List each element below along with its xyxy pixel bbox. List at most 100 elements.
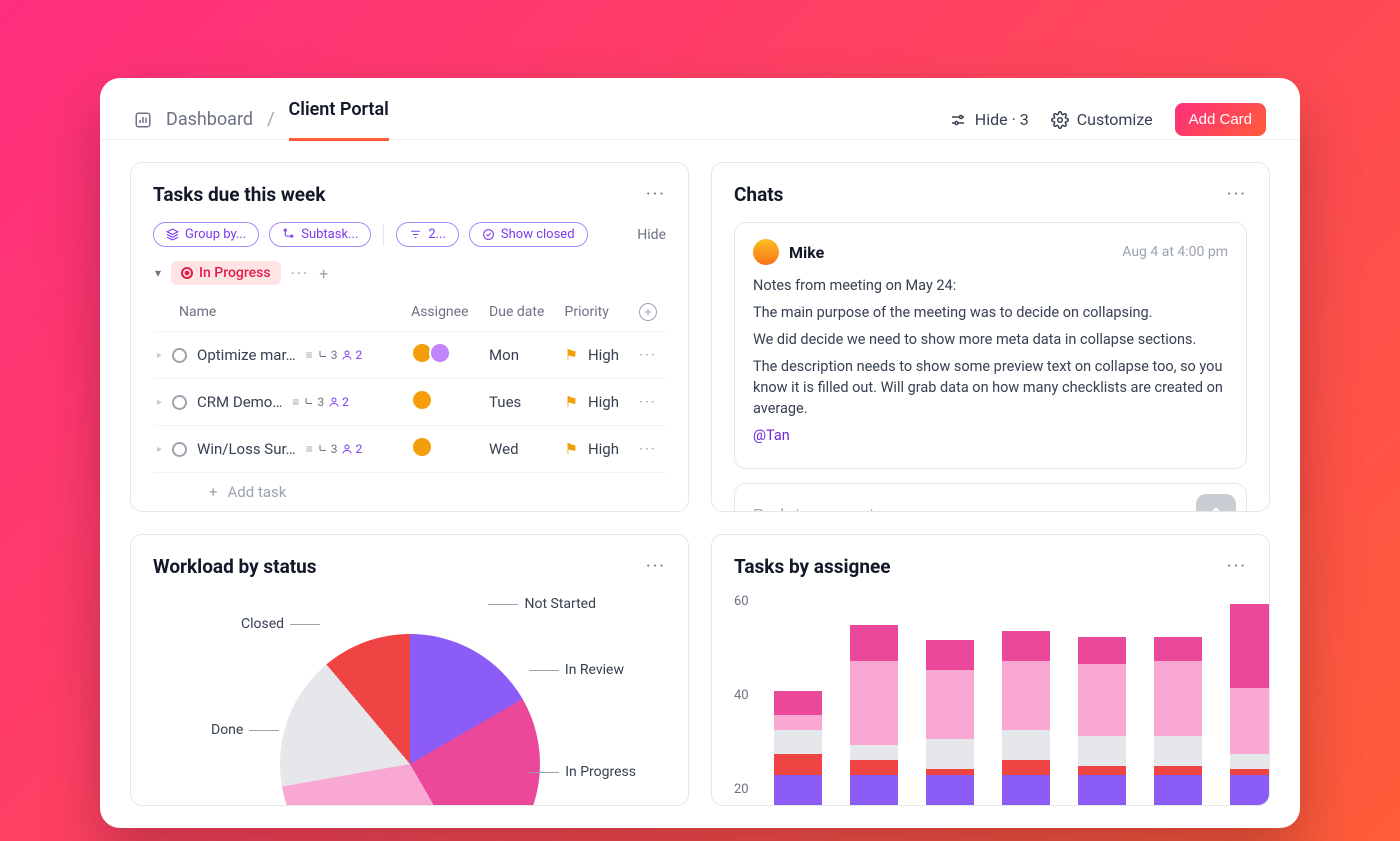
- tasks-hide-link[interactable]: Hide: [637, 227, 666, 243]
- hide-columns-label: Hide · 3: [975, 110, 1029, 129]
- add-card-button[interactable]: Add Card: [1175, 103, 1266, 136]
- bar-segment: [1230, 688, 1270, 754]
- chevron-down-icon: ▾: [155, 266, 161, 280]
- table-row[interactable]: ▸ Optimize mar… ≡ 3 2 Mon ⚑High ···: [153, 332, 666, 379]
- target-icon: [181, 267, 193, 279]
- priority-cell[interactable]: ⚑High: [565, 346, 631, 364]
- col-assignee[interactable]: Assignee: [407, 297, 485, 332]
- row-more-icon[interactable]: ···: [639, 346, 657, 364]
- assignee-card-more-icon[interactable]: ···: [1227, 556, 1247, 577]
- bar-segment: [1230, 604, 1270, 688]
- avatar: [753, 239, 779, 265]
- status-more-icon[interactable]: ···: [291, 264, 310, 283]
- breadcrumb-active[interactable]: Client Portal: [289, 99, 389, 140]
- app-window: Dashboard / Client Portal Hide · 3 Custo…: [100, 78, 1300, 828]
- col-due[interactable]: Due date: [485, 297, 560, 332]
- status-add-icon[interactable]: +: [319, 264, 328, 283]
- bar-segment: [1078, 664, 1126, 736]
- pie-label-not-started: Not Started: [482, 596, 596, 612]
- bar: [1078, 637, 1126, 805]
- reply-box[interactable]: [734, 483, 1247, 512]
- priority-cell[interactable]: ⚑High: [565, 440, 631, 458]
- bar-segment: [1230, 754, 1270, 769]
- assignee-cell[interactable]: [407, 332, 485, 379]
- subtasks-pill[interactable]: Subtask...: [269, 222, 371, 247]
- row-more-icon[interactable]: ···: [639, 440, 657, 458]
- flag-icon: ⚑: [565, 346, 578, 364]
- chat-timestamp: Aug 4 at 4:00 pm: [1122, 244, 1228, 260]
- reply-input[interactable]: [753, 506, 1196, 512]
- group-by-pill[interactable]: Group by...: [153, 222, 259, 247]
- add-task-row[interactable]: +Add task: [153, 473, 666, 512]
- chat-line: The main purpose of the meeting was to d…: [753, 302, 1228, 323]
- status-circle-icon[interactable]: [172, 442, 187, 457]
- dashboard-grid: Tasks due this week ··· Group by... Subt…: [100, 140, 1300, 828]
- filter-count-pill[interactable]: 2...: [396, 222, 459, 247]
- pie-label-in-progress: In Progress: [523, 764, 636, 780]
- chats-card-more-icon[interactable]: ···: [1227, 184, 1247, 205]
- chevron-right-icon: ▸: [157, 444, 162, 455]
- bar: [926, 640, 974, 805]
- row-more-icon[interactable]: ···: [639, 393, 657, 411]
- table-row[interactable]: ▸ CRM Demo… ≡ 3 2 Tues ⚑High ···: [153, 379, 666, 426]
- bar-segment: [774, 775, 822, 805]
- task-name-label: Optimize mar…: [197, 346, 296, 364]
- col-name[interactable]: Name: [153, 297, 407, 332]
- pie-label-in-review: In Review: [523, 662, 624, 678]
- status-circle-icon[interactable]: [172, 395, 187, 410]
- due-cell[interactable]: Mon: [485, 332, 560, 379]
- attachment-count: 2: [328, 395, 349, 409]
- bar-segment: [1154, 766, 1202, 775]
- add-task-label: Add task: [228, 483, 287, 501]
- bar: [774, 691, 822, 805]
- tasks-card-title: Tasks due this week: [153, 183, 325, 206]
- chat-line: The description needs to show some previ…: [753, 356, 1228, 419]
- topbar-actions: Hide · 3 Customize Add Card: [949, 103, 1266, 136]
- layers-icon: [166, 228, 179, 241]
- tasks-by-assignee-card: Tasks by assignee ··· 60 40 20: [711, 534, 1270, 806]
- hide-columns-button[interactable]: Hide · 3: [949, 110, 1029, 129]
- tasks-card-more-icon[interactable]: ···: [646, 184, 666, 205]
- breadcrumb-root[interactable]: Dashboard: [166, 109, 253, 130]
- bar-segment: [1078, 766, 1126, 775]
- task-name-label: CRM Demo…: [197, 393, 282, 411]
- workload-card: Workload by status ··· Not Started In Re…: [130, 534, 689, 806]
- priority-cell[interactable]: ⚑High: [565, 393, 631, 411]
- due-cell[interactable]: Wed: [485, 426, 560, 473]
- avatar: [411, 436, 433, 458]
- show-closed-pill[interactable]: Show closed: [469, 222, 588, 247]
- assignee-cell[interactable]: [407, 426, 485, 473]
- pie-graphic: [280, 634, 540, 806]
- chevron-right-icon: ▸: [157, 350, 162, 361]
- table-row[interactable]: ▸ Win/Loss Sur… ≡ 3 2 Wed ⚑High ···: [153, 426, 666, 473]
- due-cell[interactable]: Tues: [485, 379, 560, 426]
- send-button[interactable]: [1196, 494, 1236, 512]
- customize-button[interactable]: Customize: [1051, 110, 1153, 129]
- pie-label-done: Done: [211, 722, 285, 738]
- topbar: Dashboard / Client Portal Hide · 3 Custo…: [100, 78, 1300, 140]
- pill-divider: [383, 224, 384, 246]
- assignee-cell[interactable]: [407, 379, 485, 426]
- filter-icon: [409, 228, 422, 241]
- bar: [1002, 631, 1050, 805]
- subtask-icon: [282, 228, 295, 241]
- sliders-icon: [949, 111, 967, 129]
- mention-link[interactable]: @Tan: [753, 427, 790, 444]
- bar-segment: [1002, 775, 1050, 805]
- add-column-icon[interactable]: +: [639, 303, 657, 321]
- bar-segment: [1154, 775, 1202, 805]
- status-group-row[interactable]: ▾ In Progress ··· +: [153, 261, 666, 285]
- workload-card-more-icon[interactable]: ···: [646, 556, 666, 577]
- status-circle-icon[interactable]: [172, 348, 187, 363]
- col-priority[interactable]: Priority: [561, 297, 635, 332]
- dashboard-icon: [134, 111, 152, 129]
- arrow-up-icon: [1207, 505, 1225, 512]
- bar-segment: [850, 775, 898, 805]
- attachment-count: 2: [341, 442, 362, 456]
- bar-segment: [926, 739, 974, 769]
- status-chip-in-progress[interactable]: In Progress: [171, 261, 281, 285]
- bar-segment: [1230, 775, 1270, 805]
- subtask-count: 3: [317, 442, 338, 456]
- bar-segment: [1002, 661, 1050, 730]
- bar-segment: [850, 625, 898, 661]
